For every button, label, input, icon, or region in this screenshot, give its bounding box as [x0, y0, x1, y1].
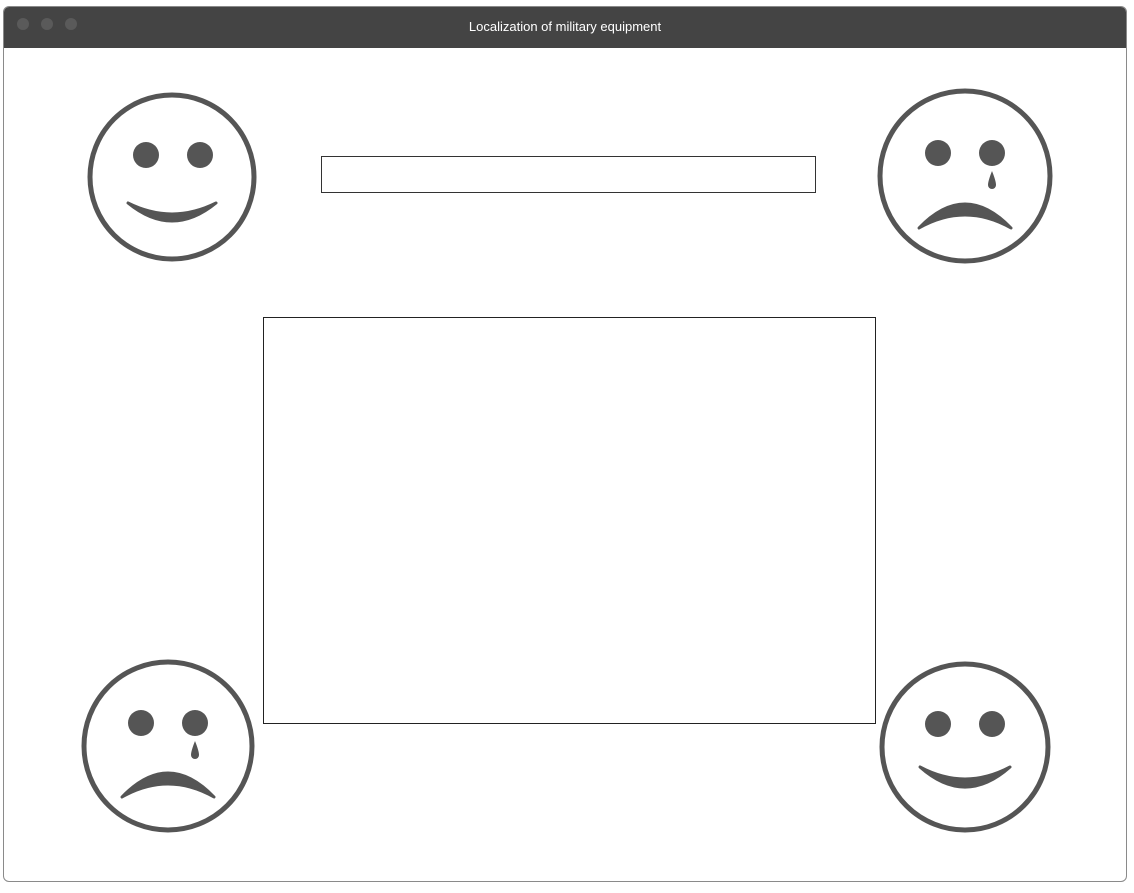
crying-face-icon — [877, 88, 1053, 264]
crying-face-icon — [81, 659, 255, 833]
happy-face-icon — [879, 661, 1051, 833]
text-input[interactable] — [321, 156, 816, 193]
title-bar: Localization of military equipment — [4, 7, 1126, 48]
window-title: Localization of military equipment — [468, 19, 662, 34]
happy-face-icon — [87, 92, 257, 262]
app-window: Localization of military equipment — [3, 6, 1127, 882]
content-panel — [263, 317, 876, 724]
